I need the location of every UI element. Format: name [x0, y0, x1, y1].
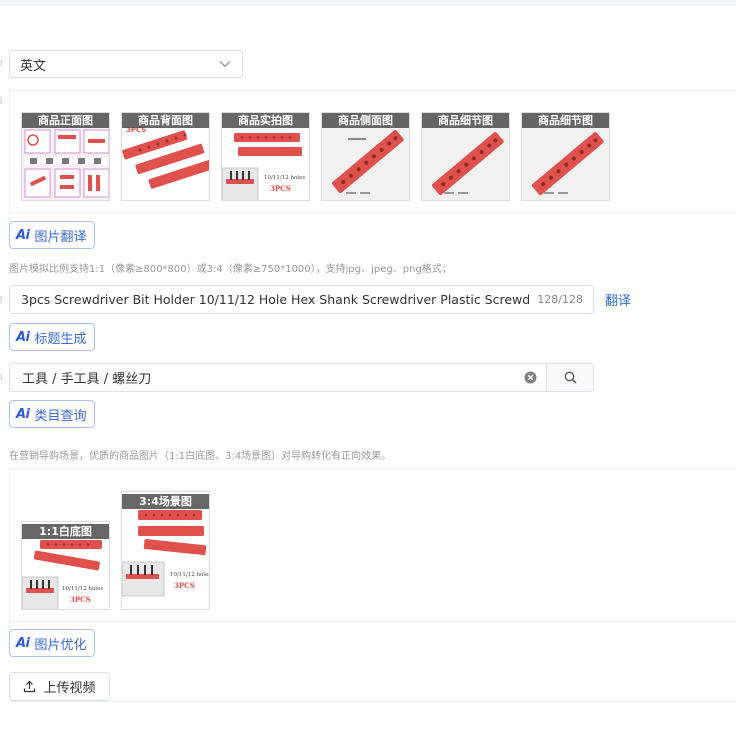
gallery-thumb-label: 商品细节图	[422, 113, 509, 128]
category-query-button[interactable]: Ai 类目查询	[9, 400, 95, 428]
image-translate-label: 图片翻译	[34, 229, 87, 245]
image-ratio-hint: 图片模拟比例支持1:1（像素≥800*800）或3:4（像素≥750*1000）…	[9, 264, 452, 275]
divider	[9, 701, 736, 702]
upload-video-button[interactable]: 上传视频	[9, 672, 110, 701]
marketing-thumb-label: 1:1白底图	[22, 524, 109, 539]
gallery-thumb-back[interactable]: 3PCS 商品背面图	[121, 112, 210, 201]
top-bar	[0, 0, 736, 6]
sample-count-text: 3PCS	[174, 581, 195, 590]
marketing-hint: 在营销导购场景，优质的商品图片（1:1白底图、3:4场景图）对导购转化有正向效果…	[9, 451, 392, 462]
category-input[interactable]: 工具 / 手工具 / 螺丝刀	[9, 363, 547, 392]
marketing-thumb-label: 3:4场景图	[122, 494, 209, 509]
gallery-thumb-label: 商品细节图	[522, 113, 609, 128]
language-select-value: 英文	[20, 58, 47, 74]
marketing-thumb-scene[interactable]: 10/11/12 holes 3PCS 3:4场景图	[121, 491, 210, 610]
gallery-thumb-detail-2[interactable]: 商品细节图	[521, 112, 610, 201]
title-generate-label: 标题生成	[34, 331, 87, 347]
gallery-thumb-label: 商品正面图	[22, 113, 109, 128]
category-value: 工具 / 手工具 / 螺丝刀	[22, 372, 152, 387]
field-marker	[0, 98, 2, 104]
image-optimize-label: 图片优化	[34, 637, 87, 653]
sample-count-text: 3PCS	[270, 184, 291, 193]
sample-count-text: 3PCS	[70, 595, 91, 604]
upload-video-label: 上传视频	[43, 681, 96, 696]
gallery-thumb-label: 商品实拍图	[222, 113, 309, 128]
field-marker	[0, 60, 2, 66]
sample-caption-text: 10/11/12 holes	[170, 572, 210, 578]
search-icon	[564, 371, 577, 384]
gallery-thumb-real[interactable]: 10/11/12 holes 3PCS 商品实拍图	[221, 112, 310, 201]
gallery-thumb-detail[interactable]: 商品细节图	[421, 112, 510, 201]
field-marker	[0, 374, 2, 380]
field-marker	[0, 296, 2, 302]
gallery-thumb-label: 商品侧面图	[322, 113, 409, 128]
gallery-thumb-label: 商品背面图	[122, 113, 209, 128]
upload-icon	[23, 680, 36, 693]
image-translate-button[interactable]: Ai 图片翻译	[9, 221, 95, 249]
ai-icon: Ai	[16, 329, 30, 345]
clear-icon[interactable]	[523, 371, 537, 385]
marketing-image-gallery: 10/11/12 holes 3PCS 1:1白底图 10/11/12 hole…	[9, 468, 736, 622]
product-title-value: 3pcs Screwdriver Bit Holder 10/11/12 Hol…	[21, 292, 530, 307]
product-title-input[interactable]: 3pcs Screwdriver Bit Holder 10/11/12 Hol…	[9, 285, 594, 314]
ai-icon: Ai	[16, 635, 30, 651]
category-search-button[interactable]	[546, 363, 594, 392]
title-generate-button[interactable]: Ai 标题生成	[9, 323, 95, 351]
sample-caption-text: 10/11/12 holes	[62, 586, 103, 592]
product-image-gallery: 商品正面图 3PCS 商品背面图 10/11/12 holes 3PCS 商品实…	[9, 90, 736, 213]
ai-icon: Ai	[16, 227, 30, 243]
gallery-thumb-side[interactable]: 商品侧面图	[321, 112, 410, 201]
marketing-thumb-white-bg[interactable]: 10/11/12 holes 3PCS 1:1白底图	[21, 521, 110, 610]
chevron-down-icon	[218, 57, 232, 71]
gallery-thumb-front[interactable]: 商品正面图	[21, 112, 110, 201]
title-char-count: 128/128	[537, 293, 583, 306]
category-query-label: 类目查询	[34, 408, 87, 424]
ai-icon: Ai	[16, 406, 30, 422]
sample-caption-text: 10/11/12 holes	[264, 175, 305, 181]
translate-link[interactable]: 翻译	[605, 290, 631, 309]
image-optimize-button[interactable]: Ai 图片优化	[9, 629, 95, 657]
language-select[interactable]: 英文	[9, 50, 243, 78]
